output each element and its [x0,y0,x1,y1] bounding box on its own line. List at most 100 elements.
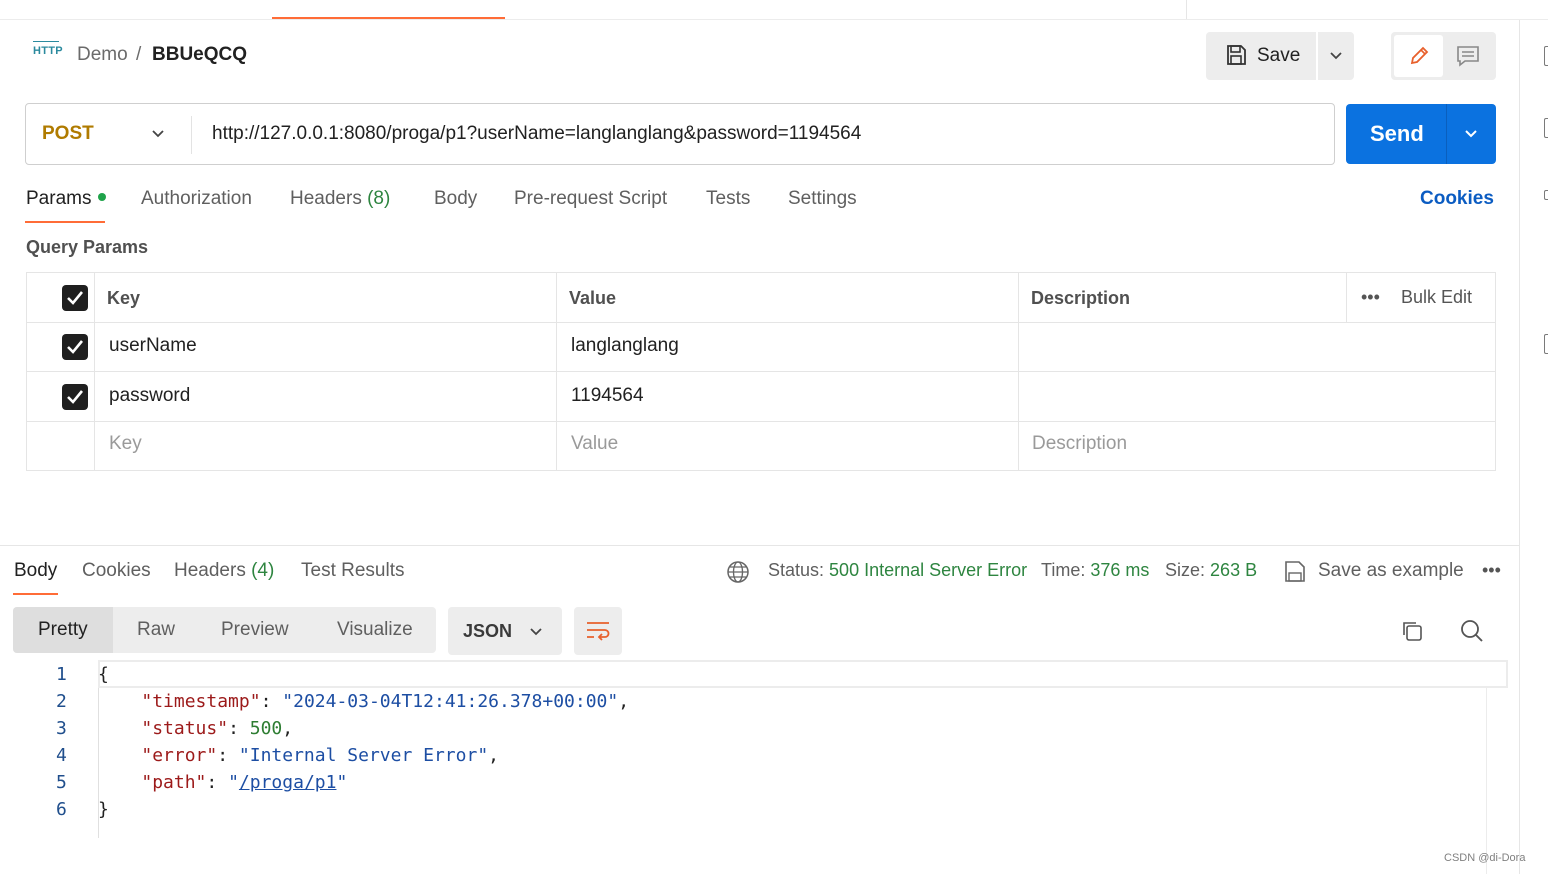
response-tab-headers[interactable]: Headers (4) [174,560,274,582]
save-button[interactable]: Save [1206,32,1316,80]
param-key[interactable]: userName [109,335,197,357]
code-line: { [98,664,109,685]
save-as-example-button[interactable]: Save as example [1318,560,1464,582]
code-line: } [98,799,109,820]
url-input[interactable]: http://127.0.0.1:8080/proga/p1?userName=… [212,123,861,145]
breadcrumb-collection[interactable]: Demo [77,44,128,66]
param-value[interactable]: langlanglang [571,335,679,357]
checkmark-icon [67,390,84,404]
time-value: 376 ms [1090,560,1150,580]
new-key-input[interactable]: Key [109,433,142,455]
top-tab-strip [0,0,1548,20]
tab-body[interactable]: Body [434,188,477,210]
save-options-button[interactable] [1318,32,1354,80]
response-more-options-icon[interactable]: ••• [1482,560,1501,581]
line-number: 4 [56,745,67,766]
code-line: "path": "/proga/p1" [141,772,348,793]
json-key: "timestamp" [141,691,261,712]
param-value[interactable]: 1194564 [571,385,644,407]
tab-headers-label: Headers [290,188,362,209]
json-path-link[interactable]: /proga/p1 [239,772,337,793]
response-tab-cookies-label: Cookies [82,560,151,581]
tab-settings[interactable]: Settings [788,188,857,210]
json-key: "status" [141,718,229,739]
chevron-down-icon [1330,52,1342,60]
view-tab-pretty[interactable]: Pretty [38,619,88,641]
response-time[interactable]: Time: 376 ms [1041,560,1149,581]
rail-icon[interactable] [1544,118,1548,138]
view-tab-visualize[interactable]: Visualize [337,619,413,641]
view-tab-raw[interactable]: Raw [137,619,175,641]
response-divider[interactable] [0,545,1519,546]
more-options-icon[interactable]: ••• [1361,287,1380,308]
response-tab-body[interactable]: Body [14,560,57,582]
rail-icon[interactable] [1544,190,1548,200]
watermark: CSDN @di-Dora [1444,852,1526,864]
wrap-lines-button[interactable] [574,607,622,655]
row-checkbox[interactable] [62,384,88,410]
response-size[interactable]: Size: 263 B [1165,560,1257,581]
time-label: Time: [1041,560,1086,580]
globe-icon[interactable] [726,560,750,584]
code-line: "error": "Internal Server Error", [141,745,499,766]
chevron-down-icon[interactable] [1463,126,1479,142]
response-tab-body-label: Body [14,560,58,581]
json-key: "error" [141,745,218,766]
copy-icon[interactable] [1400,619,1424,643]
json-number: 500 [249,718,283,739]
view-tab-preview[interactable]: Preview [221,619,289,641]
tab-strip-divider [1186,0,1187,19]
tab-authorization-label: Authorization [141,188,252,209]
tab-params[interactable]: Params [26,188,107,210]
rail-icon[interactable] [1544,334,1548,354]
tab-tests[interactable]: Tests [706,188,750,210]
send-button[interactable]: Send [1346,104,1496,164]
params-active-dot [98,193,107,201]
format-select[interactable]: JSON [448,607,562,655]
table-row: password 1194564 [27,372,1495,422]
active-request-tab-indicator [272,17,505,19]
search-icon[interactable] [1460,619,1484,643]
select-all-checkbox[interactable] [62,285,88,311]
table-row-new: Key Value Description [27,422,1495,470]
tab-pre-request-script[interactable]: Pre-request Script [514,188,667,210]
pencil-icon [1410,46,1429,65]
view-mode-toggle [1391,32,1496,80]
tab-settings-label: Settings [788,188,857,209]
column-header-value: Value [569,288,617,308]
row-checkbox[interactable] [62,334,88,360]
checkmark-icon [67,340,84,354]
tab-authorization[interactable]: Authorization [141,188,252,210]
edit-mode-button[interactable] [1394,35,1443,77]
method-select[interactable]: POST [42,123,94,145]
column-header-description: Description [1031,288,1131,308]
line-number: 2 [56,691,67,712]
size-label: Size: [1165,560,1206,580]
request-name[interactable]: BBUeQCQ [152,44,247,66]
right-sidebar-rail [1519,20,1548,874]
column-header-key: Key [107,288,141,308]
send-label: Send [1370,121,1424,146]
bulk-edit-button[interactable]: Bulk Edit [1401,287,1472,308]
rail-icon[interactable] [1544,46,1548,66]
new-value-input[interactable]: Value [571,433,618,455]
chevron-down-icon [530,628,542,636]
query-params-title: Query Params [26,237,149,257]
json-string: "2024-03-04T12:41:26.378+00:00" [282,691,619,712]
save-example-icon[interactable] [1284,559,1306,583]
response-body-editor[interactable]: 1 2 3 4 5 6 { "timestamp": "2024-03-04T1… [0,660,1508,874]
tab-headers[interactable]: Headers (8) [290,188,390,210]
wrap-lines-icon [587,622,610,641]
new-description-input[interactable]: Description [1032,433,1127,455]
response-status[interactable]: Status: 500 Internal Server Error [768,560,1027,581]
cookies-link[interactable]: Cookies [1420,188,1494,210]
response-tab-cookies[interactable]: Cookies [82,560,151,582]
params-tab-underline [25,221,105,223]
status-label: Status: [768,560,825,580]
chevron-down-icon[interactable] [150,126,166,142]
json-brace-open: { [98,664,109,685]
response-tab-test-results[interactable]: Test Results [301,560,404,582]
code-line: "status": 500, [141,718,294,739]
tab-headers-count: (8) [367,188,391,209]
param-key[interactable]: password [109,385,190,407]
